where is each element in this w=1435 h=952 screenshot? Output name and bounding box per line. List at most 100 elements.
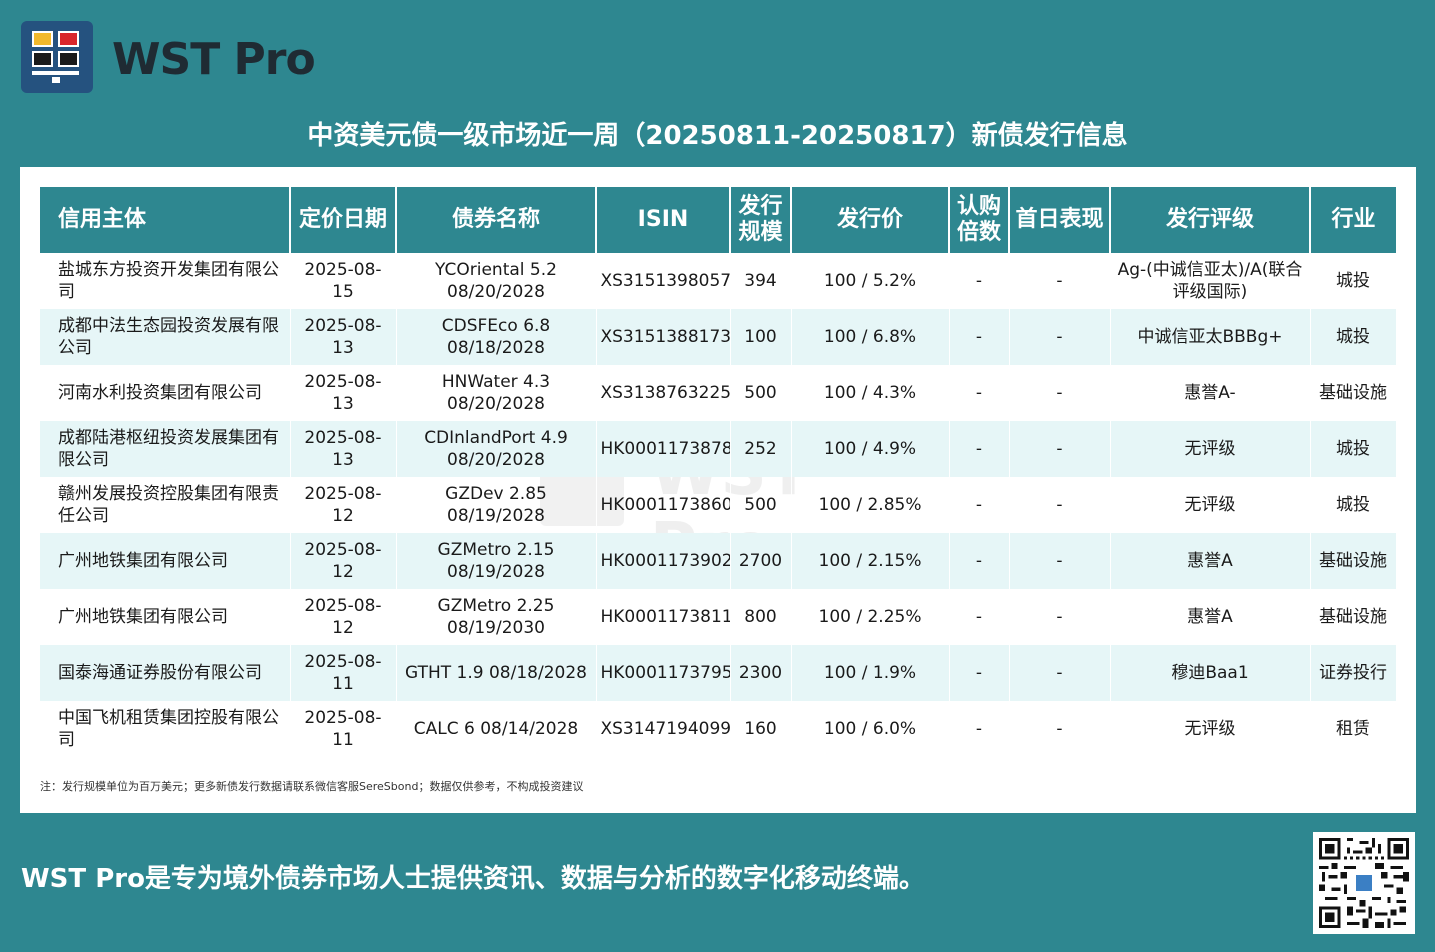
cell-pricing-date: 2025-08-12 [290,477,397,533]
cell-first-day: - [1009,533,1111,589]
cell-isin: HK0001173795 [596,645,731,701]
cell-first-day: - [1009,589,1111,645]
cell-pricing-date: 2025-08-13 [290,421,397,477]
cell-isin: HK0001173811 [596,589,731,645]
cell-bond-name: GTHT 1.9 08/18/2028 [396,645,597,701]
table-row: 盐城东方投资开发集团有限公司 2025-08-15 YCOriental 5.2 0… [40,253,1397,309]
cell-price: 100 / 4.9% [791,421,950,477]
table-row: 河南水利投资集团有限公司 2025-08-13 HNWater 4.3 08/20/… [40,365,1397,421]
cell-size: 500 [730,365,792,421]
logo-icon [21,21,93,93]
cell-bond-name: CDSFEco 6.8 08/18/2028 [396,309,597,365]
table-panel: WST Pro 信用主体 定价日期 债券名称 ISIN 发行规模 发行价 认购倍… [20,167,1416,813]
cell-bond-name: GZDev 2.85 08/19/2028 [396,477,597,533]
qr-code-icon [1313,832,1415,934]
cell-subscription: - [949,589,1010,645]
table-row: 成都陆港枢纽投资发展集团有限公司 2025-08-13 CDInlandPort 4… [40,421,1397,477]
cell-industry: 基础设施 [1310,533,1397,589]
table-row: 广州地铁集团有限公司 2025-08-12 GZMetro 2.15 08/19/2… [40,533,1397,589]
cell-rating: 无评级 [1110,701,1311,757]
cell-isin: XS3138763225 [596,365,731,421]
cell-size: 800 [730,589,792,645]
cell-industry: 城投 [1310,253,1397,309]
cell-isin: HK0001173878 [596,421,731,477]
cell-rating: Ag-(中诚信亚太)/A(联合评级国际) [1110,253,1311,309]
table-row: 中国飞机租赁集团控股有限公司 2025-08-11 CALC 6 08/14/202… [40,701,1397,757]
cell-subscription: - [949,253,1010,309]
table-row: 国泰海通证券股份有限公司 2025-08-11 GTHT 1.9 08/18/202… [40,645,1397,701]
cell-rating: 无评级 [1110,477,1311,533]
cell-subscription: - [949,645,1010,701]
cell-first-day: - [1009,253,1111,309]
cell-bond-name: HNWater 4.3 08/20/2028 [396,365,597,421]
cell-issuer: 广州地铁集团有限公司 [40,533,291,589]
cell-pricing-date: 2025-08-13 [290,309,397,365]
header-rating: 发行评级 [1110,187,1311,253]
cell-price: 100 / 6.0% [791,701,950,757]
cell-isin: XS3147194099 [596,701,731,757]
header-price: 发行价 [791,187,950,253]
cell-rating: 惠誉A [1110,589,1311,645]
cell-isin: XS3151398057 [596,253,731,309]
cell-industry: 证券投行 [1310,645,1397,701]
cell-first-day: - [1009,477,1111,533]
cell-first-day: - [1009,421,1111,477]
cell-bond-name: GZMetro 2.15 08/19/2028 [396,533,597,589]
cell-pricing-date: 2025-08-11 [290,645,397,701]
cell-issuer: 成都陆港枢纽投资发展集团有限公司 [40,421,291,477]
table-row: 赣州发展投资控股集团有限责任公司 2025-08-12 GZDev 2.85 08/… [40,477,1397,533]
header-bond-name: 债券名称 [396,187,597,253]
cell-rating: 惠誉A- [1110,365,1311,421]
cell-issuer: 广州地铁集团有限公司 [40,589,291,645]
cell-first-day: - [1009,309,1111,365]
cell-price: 100 / 6.8% [791,309,950,365]
cell-issuer: 盐城东方投资开发集团有限公司 [40,253,291,309]
table-row: 成都中法生态园投资发展有限公司 2025-08-13 CDSFEco 6.8 08/… [40,309,1397,365]
cell-pricing-date: 2025-08-11 [290,701,397,757]
cell-pricing-date: 2025-08-15 [290,253,397,309]
cell-price: 100 / 5.2% [791,253,950,309]
cell-subscription: - [949,365,1010,421]
cell-price: 100 / 4.3% [791,365,950,421]
cell-pricing-date: 2025-08-13 [290,365,397,421]
header-size: 发行规模 [730,187,792,253]
cell-industry: 基础设施 [1310,365,1397,421]
header-issuer: 信用主体 [40,187,291,253]
table-row: 广州地铁集团有限公司 2025-08-12 GZMetro 2.25 08/19/2… [40,589,1397,645]
cell-industry: 城投 [1310,421,1397,477]
cell-subscription: - [949,533,1010,589]
bond-table: 信用主体 定价日期 债券名称 ISIN 发行规模 发行价 认购倍数 首日表现 发… [40,187,1397,757]
header-subscription: 认购倍数 [949,187,1010,253]
cell-first-day: - [1009,701,1111,757]
cell-price: 100 / 2.15% [791,533,950,589]
cell-bond-name: CALC 6 08/14/2028 [396,701,597,757]
cell-size: 100 [730,309,792,365]
cell-subscription: - [949,477,1010,533]
cell-industry: 基础设施 [1310,589,1397,645]
footer-tagline: WST Pro是专为境外债券市场人士提供资讯、数据与分析的数字化移动终端。 [21,864,925,894]
footnote: 注：发行规模单位为百万美元；更多新债发行数据请联系微信客服SereSbond；数… [40,780,584,793]
cell-bond-name: CDInlandPort 4.9 08/20/2028 [396,421,597,477]
cell-pricing-date: 2025-08-12 [290,589,397,645]
cell-isin: HK0001173902 [596,533,731,589]
cell-bond-name: GZMetro 2.25 08/19/2030 [396,589,597,645]
cell-size: 500 [730,477,792,533]
header-first-day: 首日表现 [1009,187,1111,253]
cell-rating: 中诚信亚太BBBg+ [1110,309,1311,365]
cell-size: 2300 [730,645,792,701]
cell-isin: XS3151388173 [596,309,731,365]
cell-first-day: - [1009,645,1111,701]
cell-price: 100 / 2.85% [791,477,950,533]
brand-name: WST Pro [112,34,316,85]
cell-issuer: 成都中法生态园投资发展有限公司 [40,309,291,365]
cell-size: 394 [730,253,792,309]
cell-size: 160 [730,701,792,757]
cell-pricing-date: 2025-08-12 [290,533,397,589]
cell-subscription: - [949,421,1010,477]
cell-bond-name: YCOriental 5.2 08/20/2028 [396,253,597,309]
cell-rating: 惠誉A [1110,533,1311,589]
cell-industry: 租赁 [1310,701,1397,757]
cell-issuer: 中国飞机租赁集团控股有限公司 [40,701,291,757]
cell-subscription: - [949,309,1010,365]
cell-issuer: 国泰海通证券股份有限公司 [40,645,291,701]
